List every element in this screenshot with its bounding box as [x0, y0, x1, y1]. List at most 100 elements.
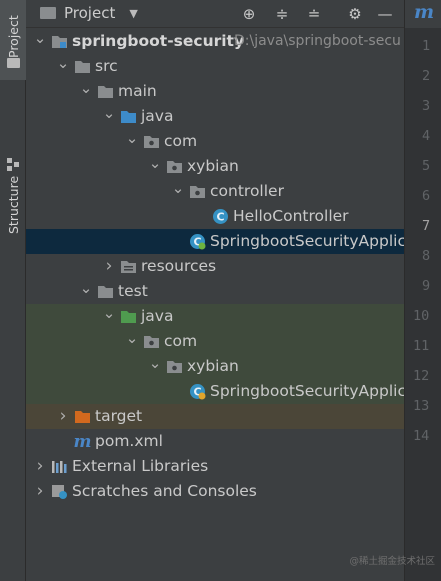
line-number: 7 — [422, 218, 431, 234]
chevron-right-icon[interactable]: › — [33, 479, 47, 504]
editor-gutter: m 1 2 3 4 5 6 7 8 9 10 11 12 13 14 — [404, 0, 441, 581]
chevron-down-icon[interactable]: ⌄ — [148, 154, 162, 179]
tree-item-label: java — [141, 107, 174, 125]
tree-item-label: java — [141, 307, 174, 325]
line-number: 12 — [413, 368, 430, 384]
tree-row[interactable]: m pom.xml — [26, 429, 404, 454]
tree-item-label: test — [118, 282, 148, 300]
tree-item-label: xybian — [187, 157, 239, 175]
project-toolbar: Project ▼ ⊕ ≑ ≐ ⚙ — — [26, 0, 404, 28]
line-number: 3 — [422, 98, 431, 114]
folder-icon — [97, 283, 114, 300]
chevron-right-icon[interactable]: › — [33, 454, 47, 479]
tree-row[interactable]: ⌄ com — [26, 329, 404, 354]
chevron-down-icon[interactable]: ⌄ — [79, 79, 93, 104]
excluded-folder-icon — [74, 408, 91, 425]
tree-item-label: pom.xml — [95, 432, 163, 450]
svg-text:m: m — [74, 433, 91, 450]
source-folder-icon — [120, 108, 137, 125]
tree-item-label: controller — [210, 182, 284, 200]
structure-tool-tab[interactable]: Structure — [0, 84, 26, 234]
chevron-down-icon[interactable]: ▼ — [129, 7, 137, 20]
project-panel: Project ▼ ⊕ ≑ ≐ ⚙ — ⌄ springboot-security… — [26, 0, 415, 581]
tree-row[interactable]: ⌄ main — [26, 79, 404, 104]
scratches-icon — [51, 483, 68, 500]
gear-icon[interactable]: ⚙ — [344, 3, 366, 25]
project-view-selector[interactable]: Project ▼ — [40, 4, 138, 22]
line-number: 1 — [422, 38, 431, 54]
tree-row[interactable]: ⌄ test — [26, 279, 404, 304]
package-icon — [166, 158, 183, 175]
package-icon — [143, 333, 160, 350]
tree-row[interactable]: › target — [26, 404, 404, 429]
line-number: 5 — [422, 158, 431, 174]
tree-row[interactable]: ⌄ xybian — [26, 154, 404, 179]
line-number: 6 — [422, 188, 431, 204]
line-number: 11 — [413, 338, 430, 354]
project-tool-tab[interactable]: Project — [0, 0, 26, 80]
collapse-all-icon[interactable]: ≐ — [303, 3, 325, 25]
tree-item-label: target — [95, 407, 143, 425]
project-tab-label: Project — [6, 15, 21, 58]
tree-row[interactable]: › resources — [26, 254, 404, 279]
tree-item-label: xybian — [187, 357, 239, 375]
tree-row[interactable]: ⌄ controller — [26, 179, 404, 204]
line-number: 10 — [413, 308, 430, 324]
package-icon — [189, 183, 206, 200]
tree-item-label: com — [164, 132, 198, 150]
tree-item-label: resources — [141, 257, 217, 275]
folder-icon — [7, 58, 20, 68]
chevron-down-icon[interactable]: ⌄ — [125, 129, 139, 154]
tree-row[interactable]: C SpringbootSecurityApplica — [26, 379, 415, 404]
chevron-down-icon[interactable]: ⌄ — [79, 279, 93, 304]
tree-item-label: src — [95, 57, 118, 75]
module-path: D:\java\springboot-secu — [234, 33, 401, 49]
expand-all-icon[interactable]: ≑ — [271, 3, 293, 25]
line-number: 4 — [422, 128, 431, 144]
tree-row[interactable]: › Scratches and Consoles — [26, 479, 404, 504]
chevron-down-icon[interactable]: ⌄ — [171, 179, 185, 204]
tree-item-label: SpringbootSecurityApplica — [210, 382, 416, 400]
tree-item-label: External Libraries — [72, 457, 209, 475]
java-class-icon: C — [212, 208, 229, 225]
spring-test-class-icon: C — [189, 383, 206, 400]
chevron-down-icon[interactable]: ⌄ — [125, 329, 139, 354]
chevron-down-icon[interactable]: ⌄ — [33, 29, 47, 54]
line-number: 2 — [422, 68, 431, 84]
tree-item-label: springboot-security — [72, 32, 245, 50]
tree-row[interactable]: ⌄ com — [26, 129, 404, 154]
chevron-down-icon[interactable]: ⌄ — [56, 54, 70, 79]
locate-icon[interactable]: ⊕ — [238, 3, 260, 25]
chevron-down-icon[interactable]: ⌄ — [102, 104, 116, 129]
structure-tab-label: Structure — [6, 175, 21, 234]
chevron-down-icon[interactable]: ⌄ — [148, 354, 162, 379]
tree-row[interactable]: ⌄ springboot-security D:\java\springboot-s… — [26, 29, 404, 54]
tree-item-label: SpringbootSecurityApplica — [210, 232, 416, 250]
tree-row[interactable]: ⌄ xybian — [26, 354, 404, 379]
module-folder-icon — [51, 33, 68, 50]
tree-row[interactable]: ⌄ src — [26, 54, 404, 79]
tree-row[interactable]: ⌄ java — [26, 304, 404, 329]
maven-tab-icon[interactable]: m — [414, 1, 434, 23]
tree-row[interactable]: ⌄ java — [26, 104, 404, 129]
chevron-right-icon[interactable]: › — [102, 254, 116, 279]
folder-icon — [97, 83, 114, 100]
package-icon — [166, 358, 183, 375]
tree-row[interactable]: › External Libraries — [26, 454, 404, 479]
tree-item-label: Scratches and Consoles — [72, 482, 257, 500]
hide-icon[interactable]: — — [374, 3, 396, 25]
test-source-folder-icon — [120, 308, 137, 325]
tree-row[interactable]: C SpringbootSecurityApplica — [26, 229, 415, 254]
watermark: @稀土掘金技术社区 — [349, 556, 435, 567]
tree-item-label: HelloController — [233, 207, 349, 225]
folder-icon — [40, 7, 56, 19]
resources-folder-icon — [120, 258, 137, 275]
line-number: 13 — [413, 398, 430, 414]
project-title: Project — [64, 4, 116, 22]
chevron-right-icon[interactable]: › — [56, 404, 70, 429]
tree-row[interactable]: C HelloController — [26, 204, 404, 229]
chevron-down-icon[interactable]: ⌄ — [102, 304, 116, 329]
libraries-icon — [51, 458, 68, 475]
structure-icon — [7, 158, 20, 171]
editor-tab-strip: m — [405, 0, 441, 28]
